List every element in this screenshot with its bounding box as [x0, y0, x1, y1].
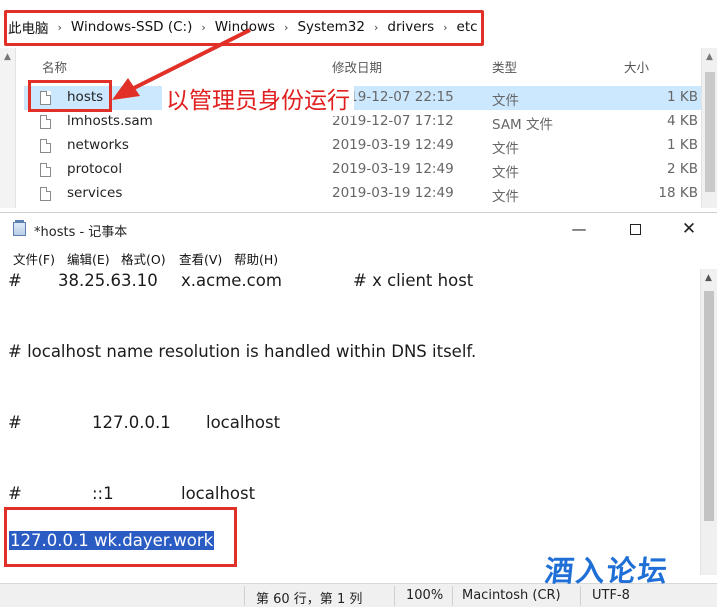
file-icon	[40, 187, 51, 201]
status-divider	[452, 586, 453, 606]
file-size: 4 KB	[667, 113, 698, 129]
status-divider	[394, 586, 395, 606]
line-host: localhost	[206, 413, 281, 432]
file-type: 文件	[492, 93, 519, 109]
minimize-button[interactable]: —	[556, 217, 602, 241]
file-icon	[40, 115, 51, 129]
file-size: 1 KB	[667, 89, 698, 105]
file-icon	[40, 163, 51, 177]
line-host: localhost	[181, 484, 256, 503]
file-size: 18 KB	[658, 185, 698, 201]
menu-view[interactable]: 查看(V)	[179, 249, 222, 268]
line-hash: #	[8, 484, 22, 503]
scrollbar-thumb[interactable]	[704, 291, 714, 521]
line-ip: 38.25.63.10	[58, 271, 158, 290]
close-button[interactable]: ✕	[666, 217, 712, 241]
scrollbar-thumb[interactable]	[705, 72, 715, 192]
status-divider	[244, 586, 245, 606]
file-size: 1 KB	[667, 137, 698, 153]
menu-format[interactable]: 格式(O)	[121, 249, 166, 268]
file-type: SAM 文件	[492, 117, 553, 133]
hosts-highlight-box	[28, 80, 112, 112]
column-header-size[interactable]: 大小	[624, 57, 649, 76]
file-date: 2019-03-19 12:49	[332, 161, 454, 177]
column-header-row: 名称 修改日期 类型 大小	[0, 54, 700, 76]
status-eol: Macintosh (CR)	[462, 588, 561, 603]
status-encoding: UTF-8	[592, 588, 630, 603]
maximize-button[interactable]	[612, 217, 658, 241]
line-host: x.acme.com	[181, 271, 282, 290]
maximize-icon	[629, 224, 641, 235]
status-position: 第 60 行，第 1 列	[256, 592, 363, 607]
status-zoom: 100%	[406, 588, 444, 603]
file-name: protocol	[67, 161, 123, 177]
file-row-networks[interactable]: networks 2019-03-19 12:49 文件 1 KB	[24, 134, 702, 158]
menu-edit[interactable]: 编辑(E)	[67, 249, 110, 268]
selection-highlight-box	[4, 507, 237, 567]
line-ip: 127.0.0.1	[92, 413, 171, 432]
file-size: 2 KB	[667, 161, 698, 177]
menu-help[interactable]: 帮助(H)	[234, 249, 278, 268]
window-title: *hosts - 记事本	[34, 225, 128, 240]
line-ip: ::1	[92, 484, 114, 503]
scroll-up-icon[interactable]: ▲	[705, 273, 712, 283]
column-header-name[interactable]: 名称	[42, 57, 67, 76]
column-header-date[interactable]: 修改日期	[332, 57, 382, 76]
file-name: networks	[67, 137, 129, 153]
file-row-services[interactable]: services 2019-03-19 12:49 文件 18 KB	[24, 182, 702, 206]
address-highlight-box	[4, 10, 484, 46]
watermark-logo: 酒入论坛	[543, 554, 671, 588]
line-hash: #	[8, 271, 22, 290]
title-bar[interactable]: *hosts - 记事本 — ✕	[0, 213, 717, 245]
file-type: 文件	[492, 141, 519, 157]
file-name: services	[67, 185, 123, 201]
line-comment: # x client host	[353, 271, 474, 290]
file-row-protocol[interactable]: protocol 2019-03-19 12:49 文件 2 KB	[24, 158, 702, 182]
file-date: 2019-03-19 12:49	[332, 137, 454, 153]
file-row-hosts[interactable]: hosts 2019-12-07 22:15 文件 1 KB	[24, 86, 702, 110]
file-icon	[40, 139, 51, 153]
file-explorer: 此电脑 › Windows-SSD (C:) › Windows › Syste…	[0, 0, 717, 208]
scroll-up-icon[interactable]: ▲	[706, 52, 713, 62]
notepad-icon	[13, 220, 26, 236]
file-type: 文件	[492, 189, 519, 205]
editor-scrollbar[interactable]: ▲	[700, 269, 717, 575]
file-name: lmhosts.sam	[67, 113, 153, 129]
menu-file[interactable]: 文件(F)	[13, 249, 55, 268]
file-row-lmhosts[interactable]: lmhosts.sam 2019-12-07 17:12 SAM 文件 4 KB	[24, 110, 702, 134]
file-type: 文件	[492, 165, 519, 181]
line-hash: #	[8, 413, 22, 432]
annotation-label: 以管理员身份运行	[162, 86, 354, 116]
menu-bar: 文件(F) 编辑(E) 格式(O) 查看(V) 帮助(H)	[0, 246, 717, 268]
explorer-scrollbar[interactable]: ▲	[701, 48, 717, 208]
line-comment: # localhost name resolution is handled w…	[8, 342, 477, 361]
column-header-type[interactable]: 类型	[492, 57, 517, 76]
file-date: 2019-03-19 12:49	[332, 185, 454, 201]
address-bar[interactable]: 此电脑 › Windows-SSD (C:) › Windows › Syste…	[0, 6, 717, 46]
